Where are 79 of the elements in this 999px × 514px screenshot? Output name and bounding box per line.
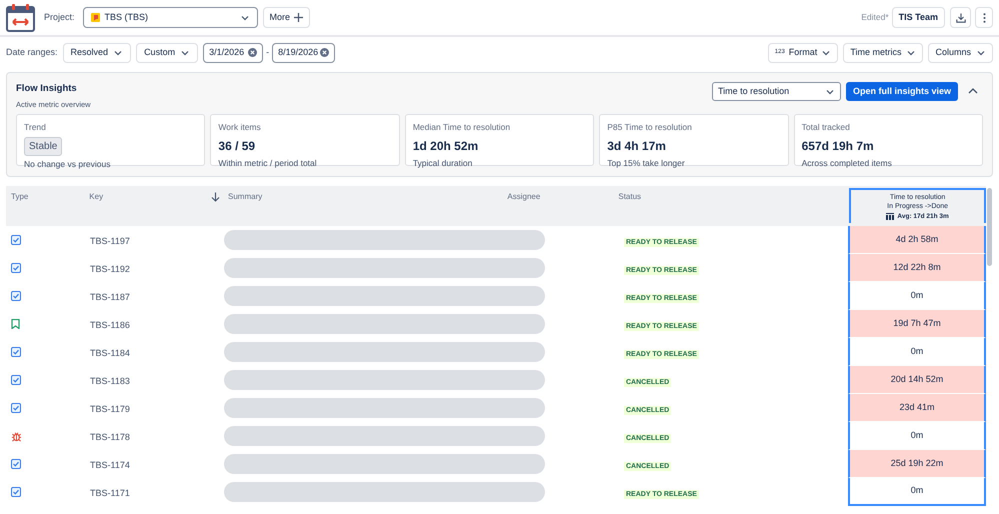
bug-icon — [11, 430, 22, 442]
project-avatar-icon — [90, 13, 100, 22]
more-icon — [982, 12, 986, 22]
metric-value: 3d 4h 17m — [607, 138, 667, 155]
time-cell: 0m — [848, 282, 986, 310]
metric-value: 36 / 59 — [218, 138, 256, 155]
columns-button[interactable]: Columns — [928, 42, 993, 62]
metric-label: Work items — [218, 121, 262, 134]
column-header: Assignee — [507, 191, 540, 203]
checkbox-icon — [11, 235, 21, 245]
issue-key[interactable]: TBS-1187 — [90, 292, 130, 302]
sort-arrow-icon[interactable] — [211, 192, 220, 202]
checkbox-icon — [11, 347, 21, 357]
chevron-up-icon[interactable] — [968, 87, 978, 95]
bar-chart-icon — [886, 213, 894, 220]
team-button[interactable]: TIS Team — [892, 7, 945, 28]
checkbox-icon — [11, 459, 21, 469]
metric-value: 657d 19h 7m — [802, 138, 875, 155]
date-field-dropdown[interactable]: Resolved — [62, 42, 132, 62]
metric-label: P85 Time to resolution — [607, 121, 693, 134]
time-cell: 25d 19h 22m — [848, 450, 986, 478]
clear-icon[interactable] — [248, 48, 258, 57]
issue-key[interactable]: TBS-1179 — [90, 404, 130, 414]
download-button[interactable] — [950, 7, 971, 28]
column-header: Type — [11, 191, 28, 203]
column-header: Summary — [228, 191, 262, 203]
checkbox-icon — [11, 375, 21, 385]
end-date-field[interactable]: 8/19/2026 — [272, 42, 336, 62]
plus-icon — [294, 13, 304, 22]
metric-value: 1d 20h 52m — [412, 138, 480, 155]
metric-label: Median Time to resolution — [412, 121, 512, 134]
time-metrics-button[interactable]: Time metrics — [843, 42, 924, 62]
metric-note: Across completed items — [802, 156, 893, 170]
time-cell: 0m — [848, 478, 986, 506]
time-cell: 0m — [848, 422, 986, 450]
metric-note: No change vs previous — [24, 158, 112, 170]
issue-key[interactable]: TBS-1184 — [90, 348, 130, 358]
metric-note: Within metric / period total — [218, 156, 318, 170]
project-label: Project: — [44, 10, 75, 24]
metric-label: Total tracked — [802, 121, 851, 134]
column-header: Status — [618, 191, 642, 203]
calendar-icon — [6, 3, 35, 32]
bookmark-icon — [11, 319, 20, 329]
more-options-button[interactable] — [975, 7, 993, 28]
checkbox-icon — [11, 403, 21, 413]
time-cell: 0m — [848, 338, 986, 366]
metric-label: Trend — [24, 121, 47, 134]
checkbox-icon — [11, 263, 21, 273]
date-ranges-label: Date ranges: — [6, 46, 58, 59]
start-date-field[interactable]: 3/1/2026 — [203, 42, 264, 62]
time-cell: 19d 7h 47m — [848, 310, 986, 338]
trend-badge: Stable — [24, 136, 62, 156]
issue-key[interactable]: TBS-1171 — [90, 488, 130, 498]
time-cell: 20d 14h 52m — [848, 366, 986, 394]
checkbox-icon — [11, 291, 21, 301]
date-separator: - — [266, 46, 270, 59]
scrollbar[interactable] — [987, 188, 992, 266]
issue-key[interactable]: TBS-1192 — [90, 264, 130, 274]
project-select[interactable]: TBS (TBS) — [82, 7, 258, 28]
column-header[interactable]: Key — [89, 191, 104, 203]
metric-select[interactable]: Time to resolution — [712, 82, 841, 101]
issue-key[interactable]: TBS-1186 — [90, 320, 130, 330]
download-icon — [956, 12, 966, 22]
issue-key[interactable]: TBS-1178 — [90, 432, 130, 442]
issue-key[interactable]: TBS-1174 — [90, 460, 130, 470]
time-cell: 23d 41m — [848, 394, 986, 422]
issue-key[interactable]: TBS-1197 — [90, 236, 130, 246]
insights-title: Flow Insights — [16, 82, 78, 96]
range-dropdown[interactable]: Custom — [136, 42, 198, 62]
more-button[interactable]: More — [262, 7, 310, 28]
metric-note: Typical duration — [412, 156, 474, 170]
metric-note: Top 15% take longer — [607, 156, 686, 170]
edited-indicator: Edited* — [861, 11, 889, 24]
time-cell: 12d 22h 8m — [848, 254, 986, 282]
open-insights-button[interactable]: Open full insights view — [846, 82, 958, 101]
time-cell: 4d 2h 58m — [848, 226, 986, 254]
issue-key[interactable]: TBS-1183 — [90, 376, 130, 386]
checkbox-icon — [11, 487, 21, 497]
clear-icon[interactable] — [320, 48, 330, 57]
